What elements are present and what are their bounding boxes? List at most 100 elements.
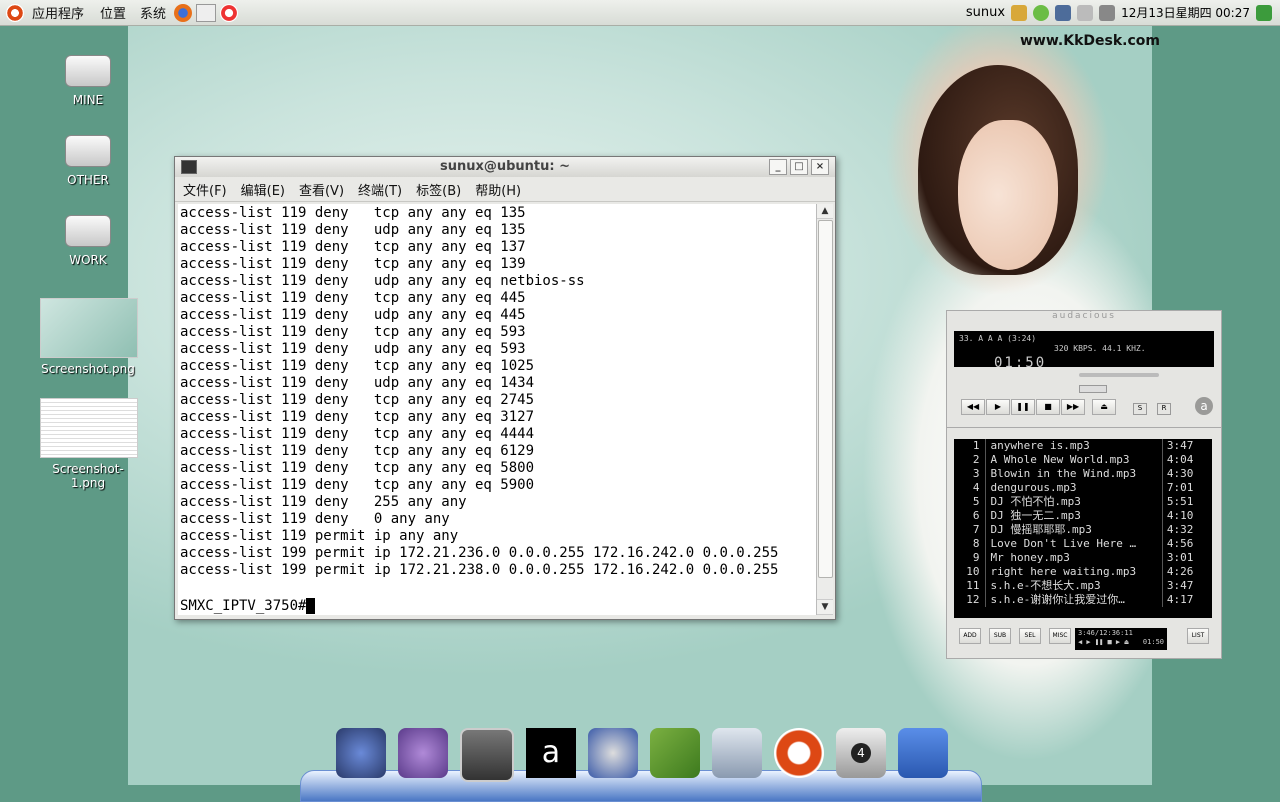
terminal-menubar: 文件(F) 编辑(E) 查看(V) 终端(T) 标签(B) 帮助(H) xyxy=(175,177,835,202)
menu-edit[interactable]: 编辑(E) xyxy=(241,180,285,199)
next-button[interactable]: ▶▶ xyxy=(1061,399,1085,415)
terminal-output[interactable]: access-list 119 deny tcp any any eq 135 a… xyxy=(178,204,816,615)
playlist-status: 3:46/12:36:11 ◀ ▶ ❚❚ ■ ▶ ⏏ 01:50 xyxy=(1075,628,1167,650)
menu-tabs[interactable]: 标签(B) xyxy=(416,180,461,199)
system-tray: sunux 12月13日星期四 00:27 xyxy=(966,4,1280,21)
scroll-thumb[interactable] xyxy=(818,220,833,578)
places-menu[interactable]: 位置 xyxy=(100,3,126,22)
printer-icon[interactable] xyxy=(1077,4,1094,21)
eject-button[interactable]: ⏏ xyxy=(1092,399,1116,415)
terminal-line: access-list 119 deny tcp any any eq 137 xyxy=(180,239,526,255)
applications-menu[interactable]: 应用程序 xyxy=(32,3,84,22)
playlist-duration: 4:04 xyxy=(1161,453,1206,467)
gnome-do-icon[interactable] xyxy=(336,728,386,778)
previous-button[interactable]: ◀◀ xyxy=(961,399,985,415)
misc-button[interactable]: MISC xyxy=(1049,628,1071,644)
sel-button[interactable]: SEL xyxy=(1019,628,1041,644)
add-button[interactable]: ADD xyxy=(959,628,981,644)
terminal-window[interactable]: sunux@ubuntu: ~ _ □ × 文件(F) 编辑(E) 查看(V) … xyxy=(174,156,836,620)
status-icon[interactable] xyxy=(1033,4,1050,21)
playlist-duration: 4:26 xyxy=(1161,565,1206,579)
minimize-button[interactable]: _ xyxy=(769,159,787,175)
repeat-button[interactable]: R xyxy=(1157,403,1171,415)
playlist-row[interactable]: 3 Blowin in the Wind.mp3 4:30 xyxy=(954,467,1206,481)
audacious-playlist-window[interactable]: 1 anywhere is.mp3 3:47 2 A Whole New World.m… xyxy=(946,427,1222,659)
playlist-row[interactable]: 8 Love Don't Live Here … 4:56 xyxy=(954,537,1206,551)
ubuntu-icon[interactable] xyxy=(774,728,824,778)
audacious-main-window[interactable]: audacious 33. A A A (3:24) 320 KBPS. 44.… xyxy=(946,310,1222,428)
firefox-launcher-icon[interactable] xyxy=(174,3,193,22)
playlist-row[interactable]: 9 Mr honey.mp3 3:01 xyxy=(954,551,1206,565)
playlist-row[interactable]: 2 A Whole New World.mp3 4:04 xyxy=(954,453,1206,467)
desktop-icon-screenshot-1[interactable]: Screenshot-1.png xyxy=(40,398,138,490)
playlist-track-name: Mr honey.mp3 xyxy=(985,551,1161,565)
desktop-icon-mine[interactable]: MINE xyxy=(40,55,136,107)
terminal-scrollbar[interactable]: ▲ ▼ xyxy=(816,204,833,615)
terminal-prompt: SMXC_IPTV_3750# xyxy=(180,598,307,614)
audacious-display: 33. A A A (3:24) 320 KBPS. 44.1 KHZ. 01:… xyxy=(954,331,1214,371)
shuffle-button[interactable]: S xyxy=(1133,403,1147,415)
desktop-icon-other[interactable]: OTHER xyxy=(40,135,136,187)
terminal-icon[interactable] xyxy=(460,728,514,782)
menu-terminal[interactable]: 终端(T) xyxy=(358,180,402,199)
computer-icon[interactable] xyxy=(712,728,762,778)
maximize-button[interactable]: □ xyxy=(790,159,808,175)
trash-icon[interactable] xyxy=(898,728,948,778)
playlist-row[interactable]: 11 s.h.e-不想长大.mp3 3:47 xyxy=(954,579,1206,593)
audacious-icon[interactable]: a xyxy=(526,728,576,778)
desktop-icon-work[interactable]: WORK xyxy=(40,215,136,267)
sub-button[interactable]: SUB xyxy=(989,628,1011,644)
keys-icon[interactable] xyxy=(1011,4,1028,21)
scroll-up-icon[interactable]: ▲ xyxy=(817,204,833,219)
network-icon[interactable] xyxy=(1055,4,1072,21)
pidgin-icon[interactable] xyxy=(398,728,448,778)
logout-icon[interactable] xyxy=(1256,4,1272,21)
playlist-row[interactable]: 5 DJ 不怕不怕.mp3 5:51 xyxy=(954,495,1206,509)
menu-view[interactable]: 查看(V) xyxy=(299,180,344,199)
playlist[interactable]: 1 anywhere is.mp3 3:47 2 A Whole New World.m… xyxy=(954,439,1206,618)
playlist-duration: 3:01 xyxy=(1161,551,1206,565)
system-menu[interactable]: 系统 xyxy=(140,3,166,22)
playlist-row[interactable]: 12 s.h.e-谢谢你让我爱过你… 4:17 xyxy=(954,593,1206,607)
playlist-row[interactable]: 6 DJ 独一无二.mp3 4:10 xyxy=(954,509,1206,523)
media-player-icon[interactable] xyxy=(588,728,638,778)
playlist-number: 2 xyxy=(972,453,980,466)
mail-launcher-icon[interactable] xyxy=(196,3,217,22)
seek-slider[interactable] xyxy=(1079,373,1159,377)
terminal-icon xyxy=(181,160,197,174)
desktop-icon-screenshot[interactable]: Screenshot.png xyxy=(40,298,138,376)
menu-file[interactable]: 文件(F) xyxy=(183,180,227,199)
playlist-scrollbar[interactable] xyxy=(1206,439,1212,618)
pause-button[interactable]: ❚❚ xyxy=(1011,399,1035,415)
ubuntu-menu-icon[interactable] xyxy=(6,3,24,22)
terminal-line: access-list 119 deny tcp any any eq 3127 xyxy=(180,409,535,425)
audacious-titlebar[interactable]: audacious xyxy=(947,311,1221,325)
books-icon[interactable] xyxy=(650,728,700,778)
playlist-track-name: Blowin in the Wind.mp3 xyxy=(985,467,1161,481)
playlist-row[interactable]: 1 anywhere is.mp3 3:47 xyxy=(954,439,1206,453)
playlist-track-name: A Whole New World.mp3 xyxy=(985,453,1161,467)
terminal-titlebar[interactable]: sunux@ubuntu: ~ _ □ × xyxy=(175,157,835,177)
position-slider[interactable] xyxy=(1079,385,1107,393)
playlist-row[interactable]: 10 right here waiting.mp3 4:26 xyxy=(954,565,1206,579)
playlist-track-name: DJ 不怕不怕.mp3 xyxy=(985,495,1161,509)
menu-help[interactable]: 帮助(H) xyxy=(475,180,521,199)
workspace-switcher-icon[interactable]: 4 xyxy=(836,728,886,778)
close-button[interactable]: × xyxy=(811,159,829,175)
playlist-duration: 3:47 xyxy=(1161,579,1206,593)
playlist-track-name: anywhere is.mp3 xyxy=(985,439,1161,453)
scroll-down-icon[interactable]: ▼ xyxy=(817,599,833,615)
playlist-row[interactable]: 7 DJ 慢摇耶耶耶.mp3 4:32 xyxy=(954,523,1206,537)
desktop-icon-label: Screenshot.png xyxy=(41,362,135,376)
volume-icon[interactable] xyxy=(1099,4,1116,21)
user-switcher[interactable]: sunux xyxy=(966,5,1005,20)
list-button[interactable]: LIST xyxy=(1187,628,1209,644)
audacious-logo-icon[interactable]: a xyxy=(1195,397,1213,415)
clock[interactable]: 12月13日星期四 00:27 xyxy=(1121,4,1250,21)
mini-controls[interactable]: ◀ ▶ ❚❚ ■ ▶ ⏏ xyxy=(1078,638,1129,646)
play-button[interactable]: ▶ xyxy=(986,399,1010,415)
stop-button[interactable]: ■ xyxy=(1036,399,1060,415)
playlist-row[interactable]: 4 dengurous.mp3 7:01 xyxy=(954,481,1206,495)
terminal-line: access-list 119 deny tcp any any eq 5900 xyxy=(180,477,535,493)
help-launcher-icon[interactable] xyxy=(220,3,239,22)
